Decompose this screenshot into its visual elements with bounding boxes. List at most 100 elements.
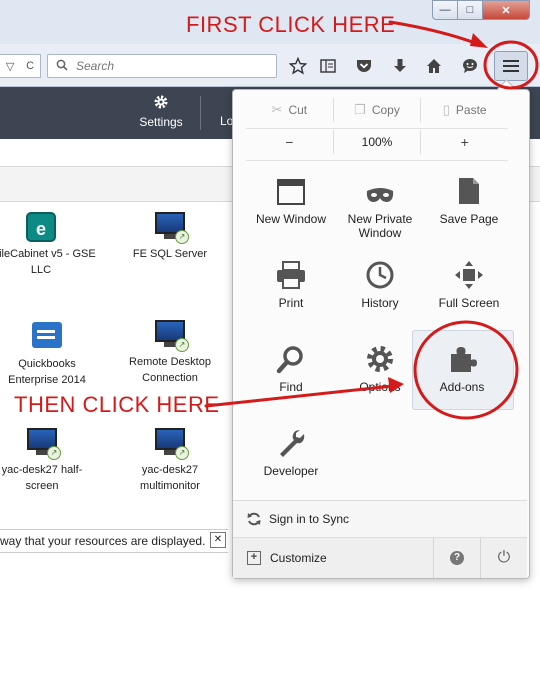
app-tile-yac-desk27-multi[interactable]: ↗ yac-desk27 multimonitor (115, 428, 225, 494)
url-bar[interactable]: ▽ C (0, 54, 41, 78)
app-tile-efilecabinet[interactable]: e eFileCabinet v5 - GSE LLC (0, 212, 96, 278)
gear-icon (335, 340, 425, 374)
full-screen-button[interactable]: Full Screen (424, 256, 514, 310)
panel-footer: + Customize ? ⏻ (233, 537, 527, 578)
window-controls: — □ ✕ (432, 0, 532, 20)
clock-icon (335, 256, 425, 290)
app-tile-yac-desk27-half[interactable]: ↗ yac-desk27 half-screen (0, 428, 97, 494)
annotation-then-click: THEN CLICK HERE (14, 392, 220, 417)
search-input[interactable] (74, 58, 268, 74)
app-tile-quickbooks[interactable]: Quickbooks Enterprise 2014 (0, 320, 102, 388)
remote-desktop-icon: ↗ (155, 428, 189, 460)
home-icon[interactable] (422, 54, 446, 78)
clipboard-icon: ▯ (442, 102, 450, 117)
app-tile-label: FE SQL Server (132, 248, 208, 260)
cut-button[interactable]: ✂ Cut (246, 98, 333, 122)
copy-button[interactable]: ❐ Copy (332, 98, 421, 122)
paste-button[interactable]: ▯ Paste (420, 98, 508, 122)
reading-list-icon[interactable] (316, 54, 340, 78)
notice-bar: way that your resources are displayed. (0, 529, 228, 553)
quickbooks-icon (32, 322, 62, 352)
app-tile-label: yac-desk27 half-screen (1, 464, 83, 492)
search-icon (56, 59, 68, 74)
settings-label: Settings (139, 115, 183, 129)
sync-icon (247, 512, 261, 526)
zoom-reset-button[interactable]: 100% (332, 130, 421, 154)
zoom-out-button[interactable]: − (246, 130, 333, 154)
cut-label: Cut (288, 103, 308, 117)
search-bar[interactable] (47, 54, 277, 78)
new-window-button[interactable]: New Window (246, 172, 336, 226)
edit-controls: ✂ Cut ❐ Copy ▯ Paste (246, 98, 508, 122)
gear-icon (136, 94, 186, 115)
app-tile-remote-desktop[interactable]: ↗ Remote Desktop Connection (115, 320, 225, 386)
developer-label: Developer (263, 464, 319, 478)
customize-icon: + (247, 551, 261, 565)
hamburger-menu-icon (503, 60, 519, 72)
paste-label: Paste (455, 103, 487, 117)
find-label: Find (279, 380, 303, 394)
panel-divider (246, 160, 508, 161)
efilecabinet-icon: e (26, 212, 56, 242)
settings-link[interactable]: Settings (136, 94, 186, 129)
options-button[interactable]: Options (335, 340, 425, 394)
new-window-icon (246, 172, 336, 206)
url-dropdown-icon[interactable]: ▽ (6, 60, 14, 73)
options-label: Options (359, 380, 401, 394)
maximize-button[interactable]: □ (458, 0, 483, 20)
app-tile-label: yac-desk27 multimonitor (140, 464, 200, 492)
quit-button[interactable]: ⏻ (480, 538, 527, 578)
annotation-first-click: FIRST CLICK HERE (186, 12, 396, 37)
save-page-icon (424, 172, 514, 206)
customize-button[interactable]: Customize (270, 551, 327, 565)
print-button[interactable]: Print (246, 256, 336, 310)
remote-desktop-icon: ↗ (155, 320, 189, 352)
power-icon: ⏻ (497, 549, 511, 566)
minimize-button[interactable]: — (432, 0, 458, 20)
zoom-in-button[interactable]: + (420, 130, 508, 154)
save-page-label: Save Page (439, 212, 499, 226)
mask-icon (335, 172, 425, 206)
developer-button[interactable]: Developer (246, 424, 336, 478)
download-icon[interactable] (388, 54, 412, 78)
full-screen-icon (424, 256, 514, 290)
copy-label: Copy (371, 103, 400, 117)
print-label: Print (278, 296, 304, 310)
header-divider (200, 96, 201, 130)
addons-label: Add-ons (439, 380, 485, 394)
app-tile-label: eFileCabinet v5 - GSE LLC (0, 248, 96, 276)
hamburger-menu-button[interactable] (494, 51, 528, 81)
pocket-icon[interactable] (352, 54, 376, 78)
copy-icon: ❐ (354, 102, 366, 117)
full-screen-label: Full Screen (438, 296, 500, 310)
scissors-icon: ✂ (271, 102, 283, 117)
save-page-button[interactable]: Save Page (424, 172, 514, 226)
history-label: History (361, 296, 399, 310)
chat-icon[interactable] (458, 54, 482, 78)
wrench-icon (246, 424, 336, 458)
sign-in-to-sync-button[interactable]: Sign in to Sync (233, 500, 527, 537)
sync-label: Sign in to Sync (269, 512, 350, 526)
close-button[interactable]: ✕ (483, 0, 530, 20)
remote-desktop-icon: ↗ (27, 428, 61, 460)
zoom-controls: − 100% + (246, 130, 508, 154)
new-private-window-button[interactable]: New Private Window (335, 172, 425, 240)
puzzle-piece-icon (417, 340, 507, 374)
new-window-label: New Window (255, 212, 327, 226)
reload-icon[interactable]: C (26, 60, 34, 72)
printer-icon (246, 256, 336, 290)
help-icon: ? (450, 551, 464, 565)
app-tile-label: Remote Desktop Connection (129, 356, 211, 384)
panel-divider (246, 128, 508, 129)
star-icon[interactable] (286, 54, 310, 78)
new-private-window-label: New Private Window (347, 212, 413, 240)
magnifier-icon (246, 340, 336, 374)
history-button[interactable]: History (335, 256, 425, 310)
remote-desktop-icon: ↗ (155, 212, 189, 244)
find-button[interactable]: Find (246, 340, 336, 394)
app-tile-fe-sql-server[interactable]: ↗ FE SQL Server (115, 212, 225, 262)
close-icon[interactable]: ✕ (210, 532, 226, 548)
addons-button[interactable]: Add-ons (417, 340, 507, 394)
app-tile-label: Quickbooks Enterprise 2014 (8, 358, 86, 386)
help-button[interactable]: ? (433, 538, 480, 578)
